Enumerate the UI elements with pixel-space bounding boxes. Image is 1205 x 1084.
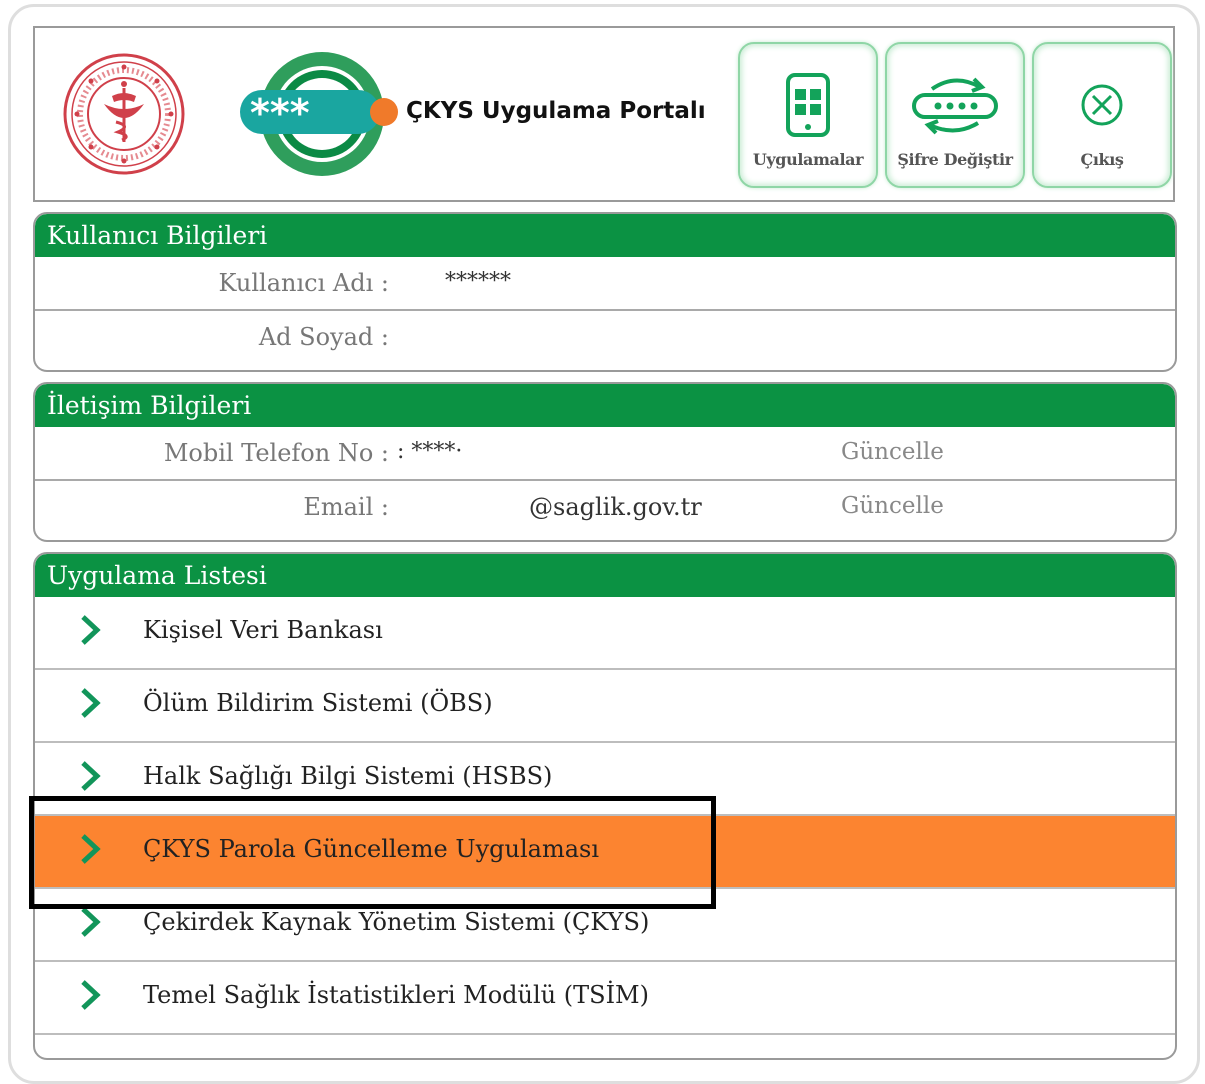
app-list-item[interactable]: Ölüm Bildirim Sistemi (ÖBS)	[35, 670, 1175, 743]
app-list-item-label: Çekirdek Kaynak Yönetim Sistemi (ÇKYS)	[143, 908, 650, 936]
change-password-button-label: Şifre Değiştir	[897, 150, 1013, 169]
close-circle-icon	[1081, 84, 1123, 126]
phone-row: Mobil Telefon No : : ****· Güncelle	[35, 427, 1175, 481]
password-change-icon	[912, 77, 998, 135]
logout-button[interactable]: Çıkış	[1032, 42, 1172, 188]
app-list-item[interactable]: ÇKYS Parola Güncelleme Uygulaması	[35, 816, 1175, 889]
app-list-item[interactable]: Kişisel Veri Bankası	[35, 597, 1175, 670]
ckys-app-logo: ***	[240, 52, 398, 176]
chevron-right-icon	[81, 907, 101, 937]
application-list: Kişisel Veri Bankası Ölüm Bildirim Sistem…	[35, 597, 1175, 1035]
username-row: Kullanıcı Adı : ******	[35, 257, 1175, 311]
email-row: Email : @saglik.gov.tr Güncelle	[35, 481, 1175, 535]
email-label: Email :	[303, 493, 389, 521]
app-list-item-label: Ölüm Bildirim Sistemi (ÖBS)	[143, 689, 493, 717]
user-info-panel: Kullanıcı Bilgileri Kullanıcı Adı : ****…	[33, 212, 1177, 372]
chevron-right-icon	[81, 980, 101, 1010]
logo-asterisks: ***	[250, 91, 310, 135]
change-password-button[interactable]: Şifre Değiştir	[885, 42, 1025, 188]
app-list-item-label: ÇKYS Parola Güncelleme Uygulaması	[143, 835, 599, 863]
contact-info-panel: İletişim Bilgileri Mobil Telefon No : : …	[33, 382, 1177, 542]
chevron-right-icon	[81, 615, 101, 645]
username-value: ******	[445, 269, 511, 294]
applications-button-label: Uygulamalar	[752, 150, 864, 169]
chevron-right-icon	[81, 761, 101, 791]
app-list-item[interactable]: Temel Sağlık İstatistikleri Modülü (TSİM…	[35, 962, 1175, 1035]
email-value: @saglik.gov.tr	[529, 493, 702, 521]
email-update-link[interactable]: Güncelle	[841, 493, 944, 519]
contact-info-title: İletişim Bilgileri	[35, 384, 1175, 427]
app-list-item-label: Halk Sağlığı Bilgi Sistemi (HSBS)	[143, 762, 553, 790]
logout-button-label: Çıkış	[1080, 150, 1124, 169]
phone-value: : ****·	[397, 439, 463, 464]
portal-title: ÇKYS Uygulama Portalı	[406, 98, 706, 124]
chevron-right-icon	[81, 688, 101, 718]
application-list-panel: Uygulama Listesi Kişisel Veri Bankası Ölü…	[33, 552, 1177, 1060]
ministry-seal-logo	[63, 53, 185, 175]
applications-button[interactable]: Uygulamalar	[738, 42, 878, 188]
app-list-item-label: Temel Sağlık İstatistikleri Modülü (TSİM…	[143, 981, 649, 1009]
application-list-title: Uygulama Listesi	[35, 554, 1175, 597]
chevron-right-icon	[81, 834, 101, 864]
phone-label: Mobil Telefon No :	[163, 439, 389, 467]
app-list-item[interactable]: Halk Sağlığı Bilgi Sistemi (HSBS)	[35, 743, 1175, 816]
user-info-title: Kullanıcı Bilgileri	[35, 214, 1175, 257]
username-label: Kullanıcı Adı :	[218, 269, 389, 297]
app-list-item-label: Kişisel Veri Bankası	[143, 616, 383, 644]
app-list-item[interactable]: Çekirdek Kaynak Yönetim Sistemi (ÇKYS)	[35, 889, 1175, 962]
phone-update-link[interactable]: Güncelle	[841, 439, 944, 465]
fullname-label: Ad Soyad :	[258, 323, 389, 351]
phone-apps-icon	[786, 73, 830, 137]
fullname-row: Ad Soyad :	[35, 311, 1175, 365]
